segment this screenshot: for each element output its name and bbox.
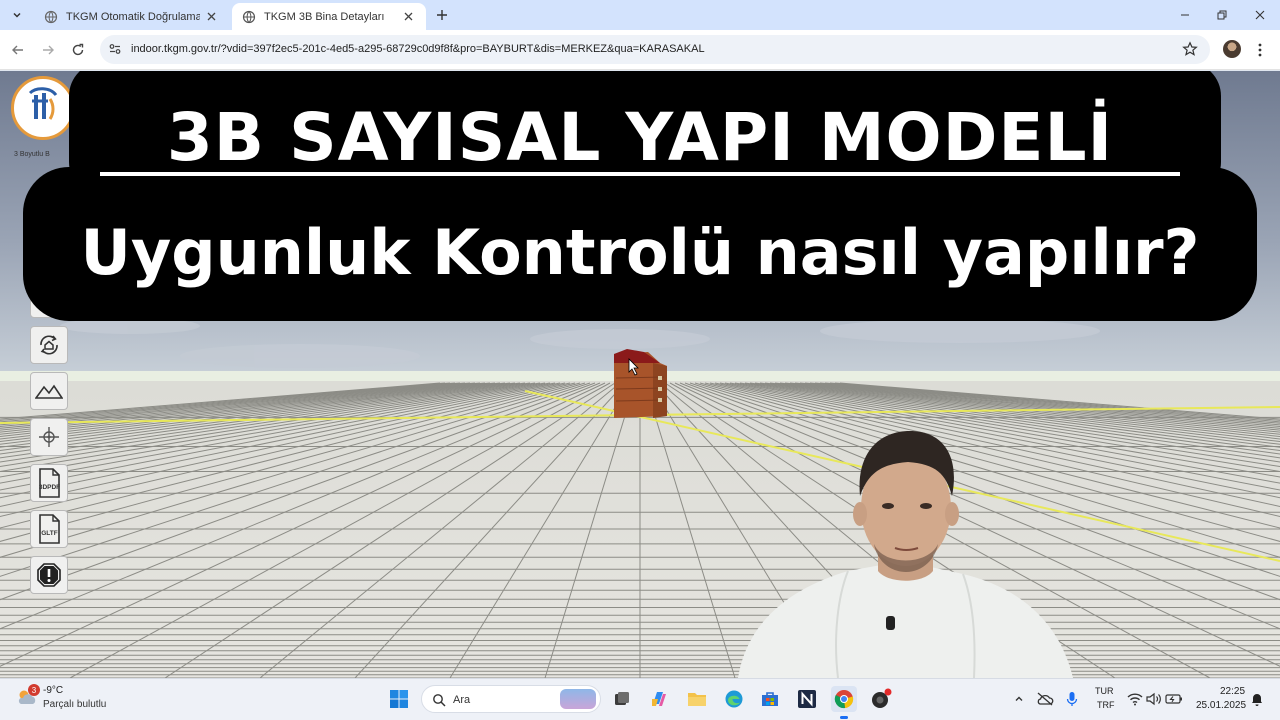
recorder-icon [872,688,892,708]
new-tab-button[interactable] [432,5,452,25]
globe-icon [44,10,58,23]
rotate-home-icon [40,335,58,355]
taskbar-app-chrome[interactable] [831,686,857,712]
microphone-tray-button[interactable] [1063,690,1081,708]
store-icon [762,692,778,706]
clock-time[interactable]: 22:25 [1220,686,1245,697]
compass-button[interactable] [30,418,68,456]
reload-icon [72,43,84,56]
weather-alert-badge: 3 [28,684,40,696]
minimize-button[interactable] [1174,5,1196,25]
notifications-button[interactable] [1248,690,1266,708]
keyboard-layout[interactable]: TRF [1097,700,1115,710]
star-icon[interactable] [1182,41,1198,57]
taskbar-app-recorder[interactable] [868,686,894,712]
chevron-down-icon [13,12,21,18]
export-gltf-button[interactable]: GLTF [30,510,68,548]
tab-title: TKGM Otomatik Doğrulama Uyg [66,10,201,23]
input-language[interactable]: TUR [1095,686,1114,696]
compass-icon [39,427,59,447]
battery-icon [1165,694,1182,704]
arrow-right-icon [43,45,54,55]
3dpdf-label: 3DPDF [39,484,60,491]
3d-viewer[interactable]: 3 Boyutlu B 3DPDF GLTF 3B SAYISAL YAPI M… [0,71,1280,678]
close-icon [1255,10,1265,20]
chevron-up-icon [1015,696,1023,701]
export-3dpdf-button[interactable]: 3DPDF [30,464,68,502]
reset-view-button[interactable] [30,326,68,364]
start-button[interactable] [386,686,412,712]
overlay-subtitle: Uygunluk Kontrolü nasıl yapılır? [80,216,1200,289]
bell-icon [1252,694,1262,706]
search-highlight-image [560,689,596,709]
search-icon [433,694,446,707]
folder-icon [688,693,706,706]
close-window-button[interactable] [1249,5,1271,25]
browser-menu-button[interactable] [1254,40,1266,60]
show-hidden-icons-button[interactable] [1010,690,1028,708]
gltf-label: GLTF [41,530,58,537]
windows-taskbar: 3 -9°C Parçalı bulutlu Ara TUR TRF 22:25… [0,678,1280,720]
taskbar-app-edge[interactable] [721,686,747,712]
globe-icon [242,10,256,23]
restore-icon [1217,10,1227,20]
taskbar-app-file-explorer[interactable] [684,686,710,712]
minimize-icon [1181,14,1189,16]
title-underline [100,172,1180,176]
taskbar-app-store[interactable] [757,686,783,712]
terrain-button[interactable] [30,372,68,410]
warning-icon [37,563,61,587]
weather-temperature: -9°C [43,685,64,696]
windows-icon [390,690,408,708]
tab-strip: TKGM Otomatik Doğrulama Uyg TKGM 3B Bina… [0,0,1280,30]
compliance-check-button[interactable] [30,556,68,594]
onedrive-tray-button[interactable] [1036,690,1054,708]
active-app-indicator [840,716,848,719]
presenter-webcam [738,431,1073,678]
taskbar-app-task-view[interactable] [609,686,635,712]
chrome-icon [834,690,854,709]
site-info-icon[interactable] [108,42,122,56]
volume-tray-button[interactable] [1145,690,1163,708]
back-button[interactable] [7,39,29,61]
weather-description: Parçalı bulutlu [43,699,107,710]
restore-button[interactable] [1211,5,1233,25]
taskbar-app-copilot[interactable] [646,686,672,712]
arrow-left-icon [12,45,23,55]
tab-tkgm-dogrulama[interactable]: TKGM Otomatik Doğrulama Uyg [34,3,228,30]
wifi-tray-button[interactable] [1126,690,1144,708]
url-text: indoor.tkgm.gov.tr/?vdid=397f2ec5-201c-4… [131,43,705,55]
overlay-title: 3B SAYISAL YAPI MODELİ [166,99,1114,176]
copilot-icon [652,692,666,706]
wifi-icon [1127,693,1143,706]
forward-button[interactable] [37,39,59,61]
profile-avatar[interactable] [1223,40,1241,58]
taskbar-search[interactable]: Ara [421,685,601,713]
browser-toolbar: indoor.tkgm.gov.tr/?vdid=397f2ec5-201c-4… [0,30,1280,70]
reload-button[interactable] [67,39,89,61]
tab-tkgm-3b-bina[interactable]: TKGM 3B Bina Detayları [232,3,426,30]
clock-date[interactable]: 25.01.2025 [1196,700,1246,711]
plus-icon [437,10,447,20]
n-app-icon [798,690,816,708]
3dpdf-icon: 3DPDF [39,468,60,498]
close-tab-icon[interactable] [204,9,218,25]
close-tab-icon[interactable] [400,9,416,25]
taskbar-app-notion[interactable] [794,686,820,712]
speaker-icon [1146,692,1161,706]
gltf-icon: GLTF [39,514,60,544]
microphone-icon [1066,692,1078,706]
edge-icon [725,690,743,708]
battery-tray-button[interactable] [1165,690,1183,708]
terrain-icon [35,384,63,399]
task-view-icon [615,692,629,705]
cloud-off-icon [1037,692,1054,706]
more-vertical-icon [1258,43,1262,57]
search-placeholder: Ara [453,694,471,706]
tab-search-button[interactable] [6,4,28,26]
address-bar[interactable]: indoor.tkgm.gov.tr/?vdid=397f2ec5-201c-4… [100,35,1210,64]
tab-title: TKGM 3B Bina Detayları [264,10,385,23]
